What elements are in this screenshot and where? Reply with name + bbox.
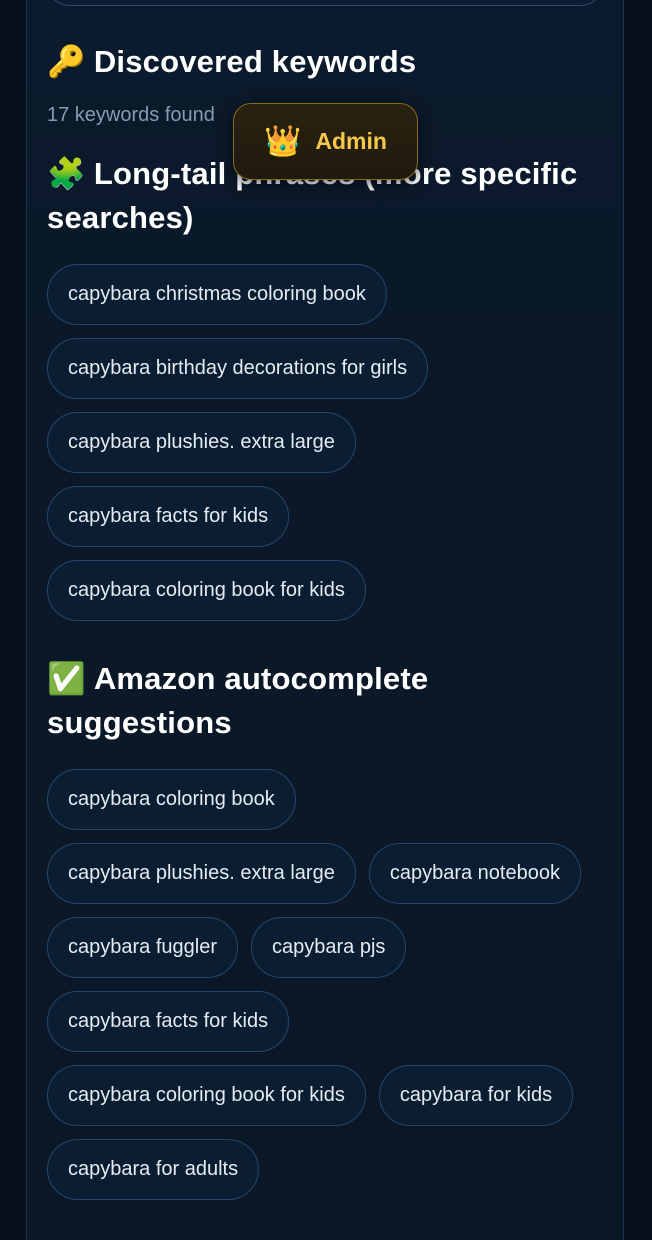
autocomplete-title: Amazon autocomplete suggestions [47, 661, 429, 740]
keyword-chip[interactable]: capybara birthday decorations for girls [47, 338, 429, 399]
autocomplete-section: ✅ Amazon autocomplete suggestions capybar… [47, 657, 607, 1200]
key-icon: 🔑 [47, 44, 86, 80]
keyword-chip[interactable]: capybara coloring book for kids [47, 560, 366, 621]
autocomplete-chips: capybara coloring book capybara plushies… [47, 769, 607, 1200]
discovered-keywords-title: Discovered keywords [93, 44, 417, 79]
check-mark-icon: ✅ [47, 661, 86, 697]
keyword-chip[interactable]: capybara facts for kids [47, 486, 290, 547]
puzzle-icon: 🧩 [47, 156, 86, 192]
keyword-chip[interactable]: capybara notebook [368, 843, 581, 904]
discovered-keywords-heading: 🔑 Discovered keywords [47, 40, 607, 84]
admin-badge[interactable]: 👑 Admin [233, 103, 418, 180]
keyword-chip[interactable]: capybara coloring book for kids [47, 1065, 366, 1126]
keyword-chip[interactable]: capybara for adults [47, 1139, 260, 1200]
autocomplete-heading: ✅ Amazon autocomplete suggestions [47, 657, 607, 745]
keyword-chip[interactable]: capybara plushies. extra large [47, 843, 356, 904]
keyword-chip[interactable]: capybara for kids [378, 1065, 574, 1126]
long-tail-section: 🧩Long-tail phrases (more specific search… [47, 152, 607, 621]
keyword-chip[interactable]: capybara pjs [250, 917, 407, 978]
previous-card-edge [47, 0, 603, 6]
long-tail-chips: capybara christmas coloring book capybar… [47, 264, 607, 621]
keyword-chip[interactable]: capybara facts for kids [47, 991, 290, 1052]
keywords-content: 🔑 Discovered keywords 17 keywords found 🧩… [47, 40, 607, 1200]
keyword-chip[interactable]: capybara christmas coloring book [47, 264, 387, 325]
keyword-chip[interactable]: capybara coloring book [47, 769, 296, 830]
crown-icon: 👑 [264, 124, 302, 159]
keyword-chip[interactable]: capybara fuggler [47, 917, 238, 978]
keyword-chip[interactable]: capybara plushies. extra large [47, 412, 356, 473]
admin-label: Admin [315, 128, 387, 154]
